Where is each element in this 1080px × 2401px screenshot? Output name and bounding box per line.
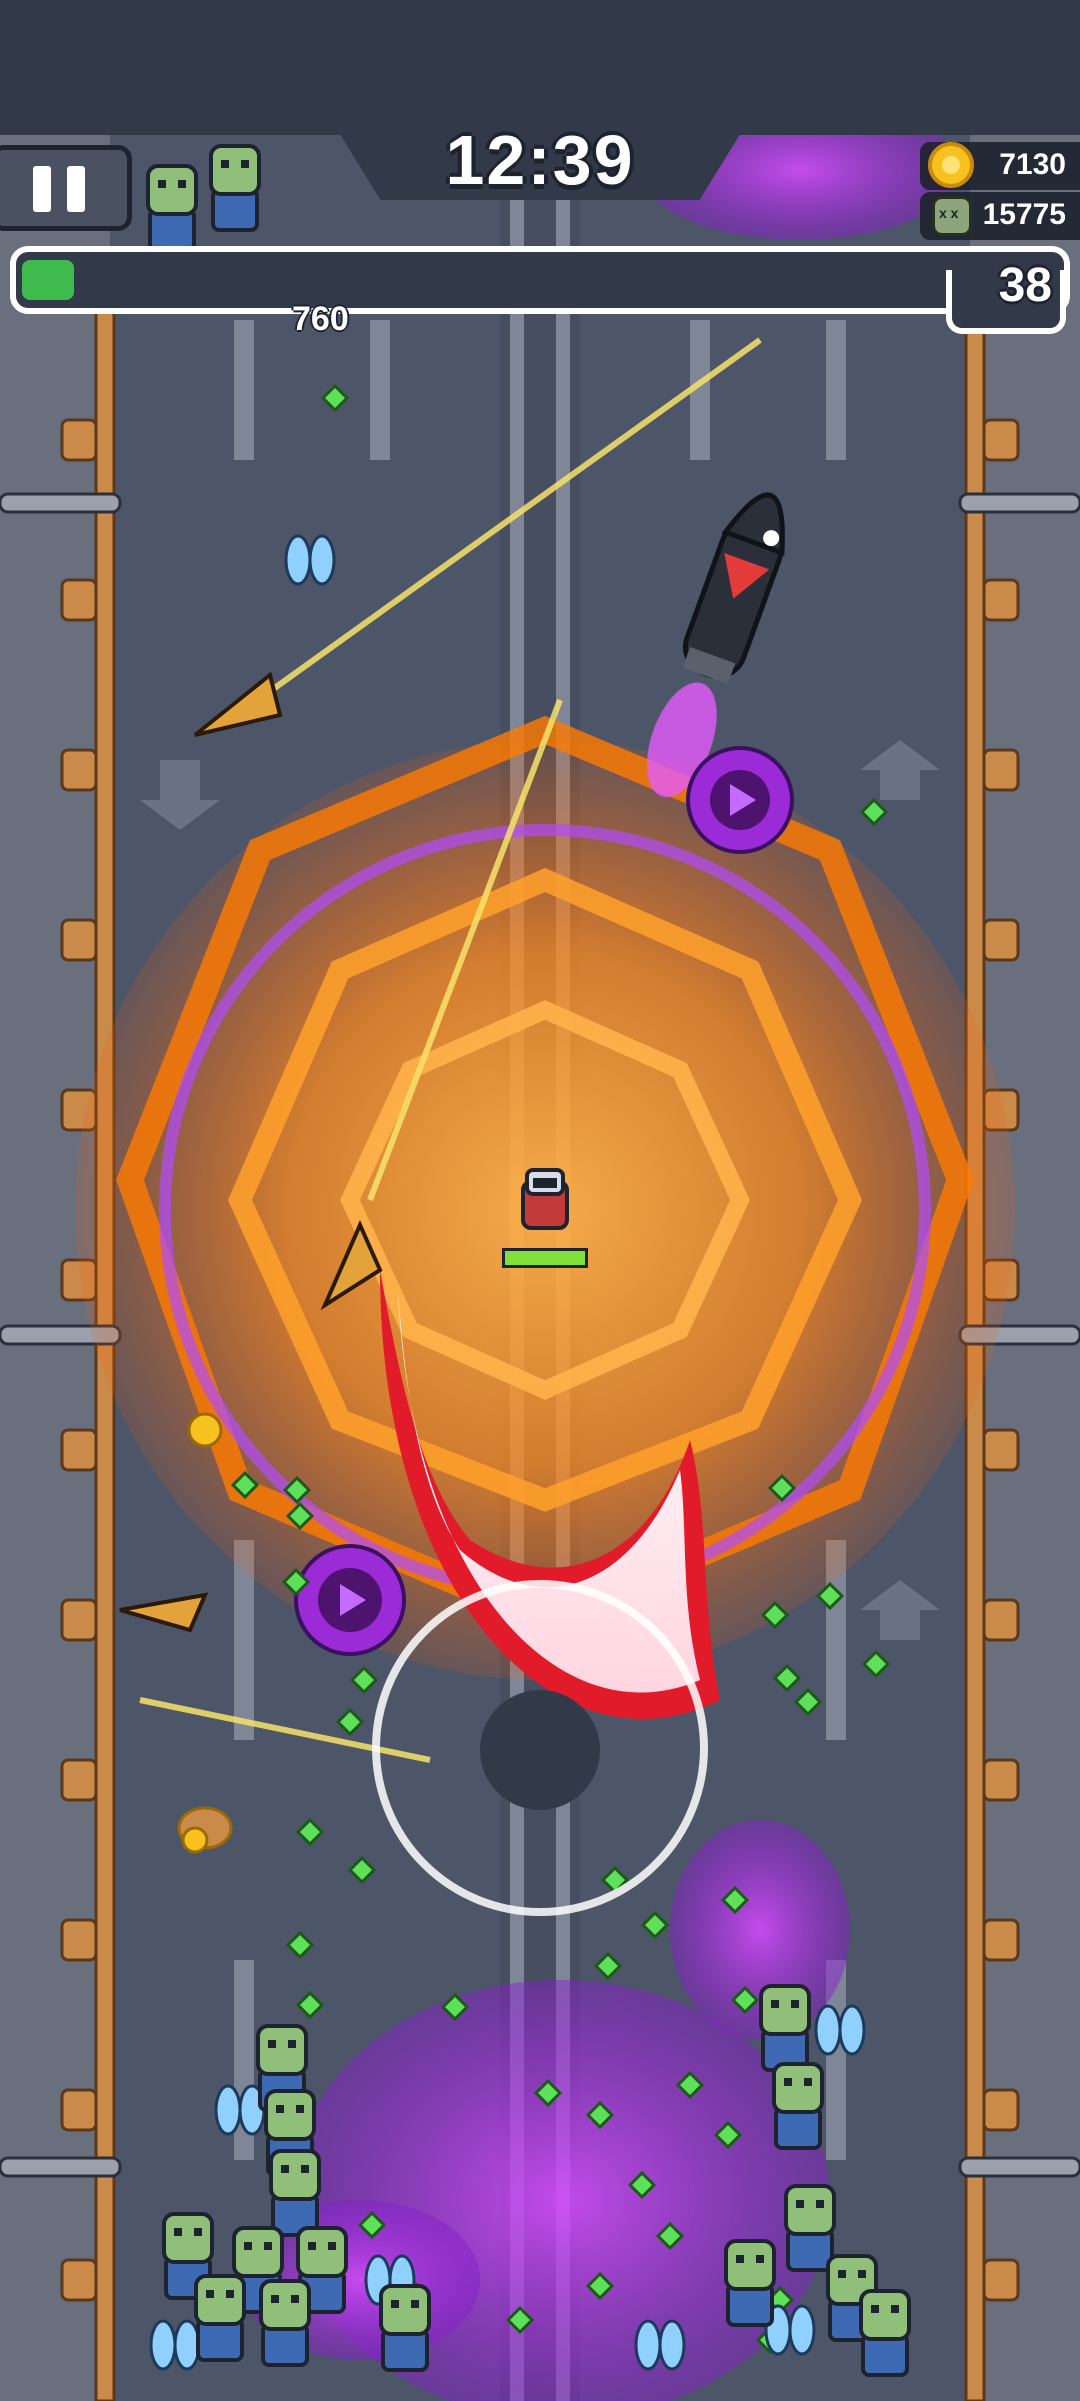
purple-shuriken-1	[686, 746, 794, 854]
damage-number: 760	[292, 300, 349, 338]
zombie	[859, 2289, 911, 2377]
survival-timer: 12:39	[445, 121, 635, 199]
top-hud-band	[0, 0, 1080, 135]
game-stage[interactable]: 12:39 7130 15775 38 760	[0, 0, 1080, 2401]
player-health-fill	[505, 1251, 585, 1265]
zombie	[784, 2184, 836, 2272]
experience-bar	[10, 246, 1070, 314]
zombie	[194, 2274, 246, 2362]
zombie	[146, 164, 198, 252]
coin-icon	[928, 142, 974, 188]
purple-shuriken-2	[294, 1544, 406, 1656]
coin-count: 7130	[999, 148, 1066, 181]
experience-fill	[22, 260, 74, 300]
zombie	[724, 2239, 776, 2327]
zombie	[759, 1984, 811, 2072]
player-health-bar	[502, 1248, 588, 1268]
pause-icon	[33, 166, 51, 212]
zombie-skull-icon	[932, 196, 972, 236]
pause-icon-bar	[67, 166, 85, 212]
zombie	[269, 2149, 321, 2237]
pause-button[interactable]	[0, 145, 132, 231]
zombie	[379, 2284, 431, 2372]
game-scene	[0, 0, 1080, 2401]
zombie	[772, 2062, 824, 2150]
zombie	[259, 2279, 311, 2367]
zombie	[209, 144, 261, 232]
kill-count: 15775	[982, 198, 1066, 231]
player-level: 38	[998, 259, 1052, 312]
player-character	[521, 1168, 569, 1230]
joystick-knob[interactable]	[480, 1690, 600, 1810]
